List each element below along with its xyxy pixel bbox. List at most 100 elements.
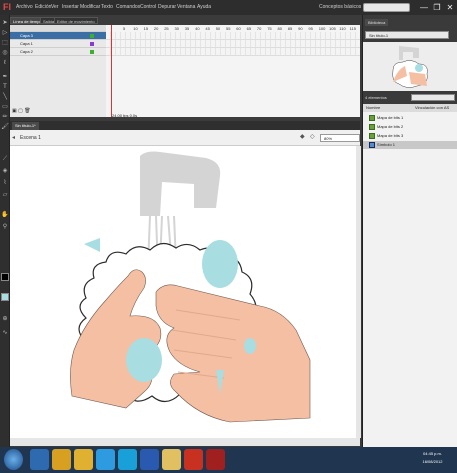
layer-color-icon[interactable]: [90, 50, 94, 54]
frame-number: 60: [236, 26, 241, 31]
chrome-icon[interactable]: [74, 449, 93, 470]
library-list: Mapa de bits 1 Mapa de bits 2 Mapa de bi…: [363, 112, 457, 447]
smooth-icon[interactable]: ∿: [1, 329, 9, 337]
menu-archivo[interactable]: Archivo: [16, 3, 33, 12]
brush-tool-icon[interactable]: 🖌: [1, 123, 9, 131]
explorer-icon[interactable]: [30, 449, 49, 470]
stroke-color-swatch[interactable]: [1, 273, 9, 281]
document-tab[interactable]: Sin título-1*: [12, 122, 39, 130]
preview-thumbnail: [392, 46, 428, 88]
water-drop: [126, 338, 162, 382]
back-arrow-icon[interactable]: ◂: [12, 134, 19, 142]
library-columns: Nombre Vinculación con AS: [363, 104, 457, 112]
menu-modificar[interactable]: Modificar: [80, 3, 100, 12]
maximize-button[interactable]: ❐: [431, 2, 443, 13]
list-item[interactable]: Mapa de bits 3: [363, 132, 457, 140]
selection-tool-icon[interactable]: ➤: [1, 19, 9, 27]
minimize-button[interactable]: —: [418, 2, 430, 13]
system-clock[interactable]: 04:45 p.m. 16/08/2012: [410, 450, 455, 470]
stage[interactable]: [10, 146, 360, 438]
right-hand: [155, 284, 311, 423]
frame-number: 110: [339, 26, 346, 31]
menu-comandos[interactable]: Comandos: [116, 3, 140, 12]
bone-tool-icon[interactable]: ⟋: [1, 155, 9, 163]
free-transform-tool-icon[interactable]: ⬚: [1, 39, 9, 47]
text-tool-icon[interactable]: T: [1, 83, 9, 91]
edit-scene-icon[interactable]: ◆: [300, 133, 308, 142]
menu-edicion[interactable]: Edición: [35, 3, 51, 12]
vertical-scrollbar[interactable]: [356, 146, 361, 438]
folder-icon[interactable]: [162, 449, 181, 470]
rectangle-tool-icon[interactable]: ▭: [1, 103, 9, 111]
paint-bucket-tool-icon[interactable]: ◈: [1, 167, 9, 175]
help-search-input[interactable]: [363, 3, 410, 12]
frame-number: 70: [256, 26, 262, 31]
pencil-tool-icon[interactable]: ✏: [1, 113, 9, 121]
symbol-icon: [369, 142, 375, 148]
frame-number: 90: [298, 26, 303, 31]
workspace-switcher[interactable]: Conceptos básicos: [319, 3, 361, 12]
column-name[interactable]: Nombre: [366, 104, 380, 112]
frame-number: 100: [318, 26, 326, 31]
pen-tool-icon[interactable]: ✒: [1, 73, 9, 81]
frame-number: 75: [267, 26, 272, 31]
frame-number: 45: [205, 26, 210, 31]
zoom-select[interactable]: 80%: [320, 134, 360, 142]
frame-row[interactable]: [106, 40, 360, 48]
close-button[interactable]: ✕: [444, 2, 456, 13]
layer-list: Capa 3 Capa 1 Capa 2 ▣ ▢ 🗑: [10, 25, 106, 117]
bitmap-icon: [369, 133, 375, 139]
menu-depurar[interactable]: Depurar: [158, 3, 176, 12]
fill-color-swatch[interactable]: [1, 293, 9, 301]
list-item[interactable]: Mapa de bits 1: [363, 114, 457, 122]
menu-insertar[interactable]: Insertar: [62, 3, 79, 12]
frame-number: 115: [349, 26, 356, 31]
start-button-icon[interactable]: [4, 449, 23, 470]
layer-color-icon[interactable]: [90, 42, 94, 46]
menu-control[interactable]: Control: [140, 3, 156, 12]
subselection-tool-icon[interactable]: ▷: [1, 29, 9, 37]
edit-symbol-icon[interactable]: ◇: [310, 133, 318, 142]
eraser-tool-icon[interactable]: ▱: [1, 191, 9, 199]
playhead[interactable]: [111, 25, 112, 117]
frame-row[interactable]: [106, 32, 360, 40]
tab-motion-editor[interactable]: Editor de movimiento: [54, 17, 98, 24]
library-search-input[interactable]: [411, 94, 455, 101]
frame-number: 40: [195, 26, 200, 31]
menu-texto[interactable]: Texto: [101, 3, 113, 12]
hand-tool-icon[interactable]: ✋: [1, 211, 9, 219]
document-tabs: Sin título-1*: [10, 121, 360, 130]
menu-ventana[interactable]: Ventana: [177, 3, 195, 12]
scene-label[interactable]: Escena 1: [20, 134, 41, 142]
frame-number: 55: [226, 26, 231, 31]
frame-ruler[interactable]: 5 10 15 20 25 30 35 40 45 50 55 60 65 70 75 80 85 90 95 100…: [106, 25, 367, 32]
library-document-select[interactable]: Sin título-1: [365, 31, 449, 39]
eyedropper-tool-icon[interactable]: ⌇: [1, 179, 9, 187]
layer-header: [10, 25, 106, 32]
new-layer-icon[interactable]: ▣ ▢ 🗑: [12, 108, 52, 115]
list-item[interactable]: Mapa de bits 2: [363, 123, 457, 131]
menu-ver[interactable]: Ver: [51, 3, 59, 12]
list-item[interactable]: Símbolo 1: [363, 141, 457, 149]
lasso-tool-icon[interactable]: ℓ: [1, 59, 9, 67]
flash-icon[interactable]: [206, 449, 225, 470]
skype-icon[interactable]: [118, 449, 137, 470]
bitmap-icon: [369, 124, 375, 130]
water-drop: [202, 240, 238, 288]
snap-icon[interactable]: ⊕: [1, 315, 9, 323]
horizontal-scrollbar[interactable]: [10, 438, 360, 446]
ie-icon[interactable]: [96, 449, 115, 470]
frame-row[interactable]: [106, 48, 360, 56]
taskbar: 04:45 p.m. 16/08/2012: [0, 447, 457, 473]
3d-rotation-tool-icon[interactable]: ◎: [1, 49, 9, 57]
zoom-tool-icon[interactable]: ⚲: [1, 223, 9, 231]
column-linkage[interactable]: Vinculación con AS: [415, 104, 449, 112]
frame-grid[interactable]: 5 10 15 20 25 30 35 40 45 50 55 60 65 70 75 80 85 90 95 100…: [106, 25, 367, 117]
menu-ayuda[interactable]: Ayuda: [197, 3, 211, 12]
line-tool-icon[interactable]: ╲: [1, 93, 9, 101]
library-tab[interactable]: Biblioteca: [365, 19, 389, 26]
acrobat-icon[interactable]: [184, 449, 203, 470]
media-icon[interactable]: [52, 449, 71, 470]
layer-color-icon[interactable]: [90, 34, 94, 38]
word-icon[interactable]: [140, 449, 159, 470]
